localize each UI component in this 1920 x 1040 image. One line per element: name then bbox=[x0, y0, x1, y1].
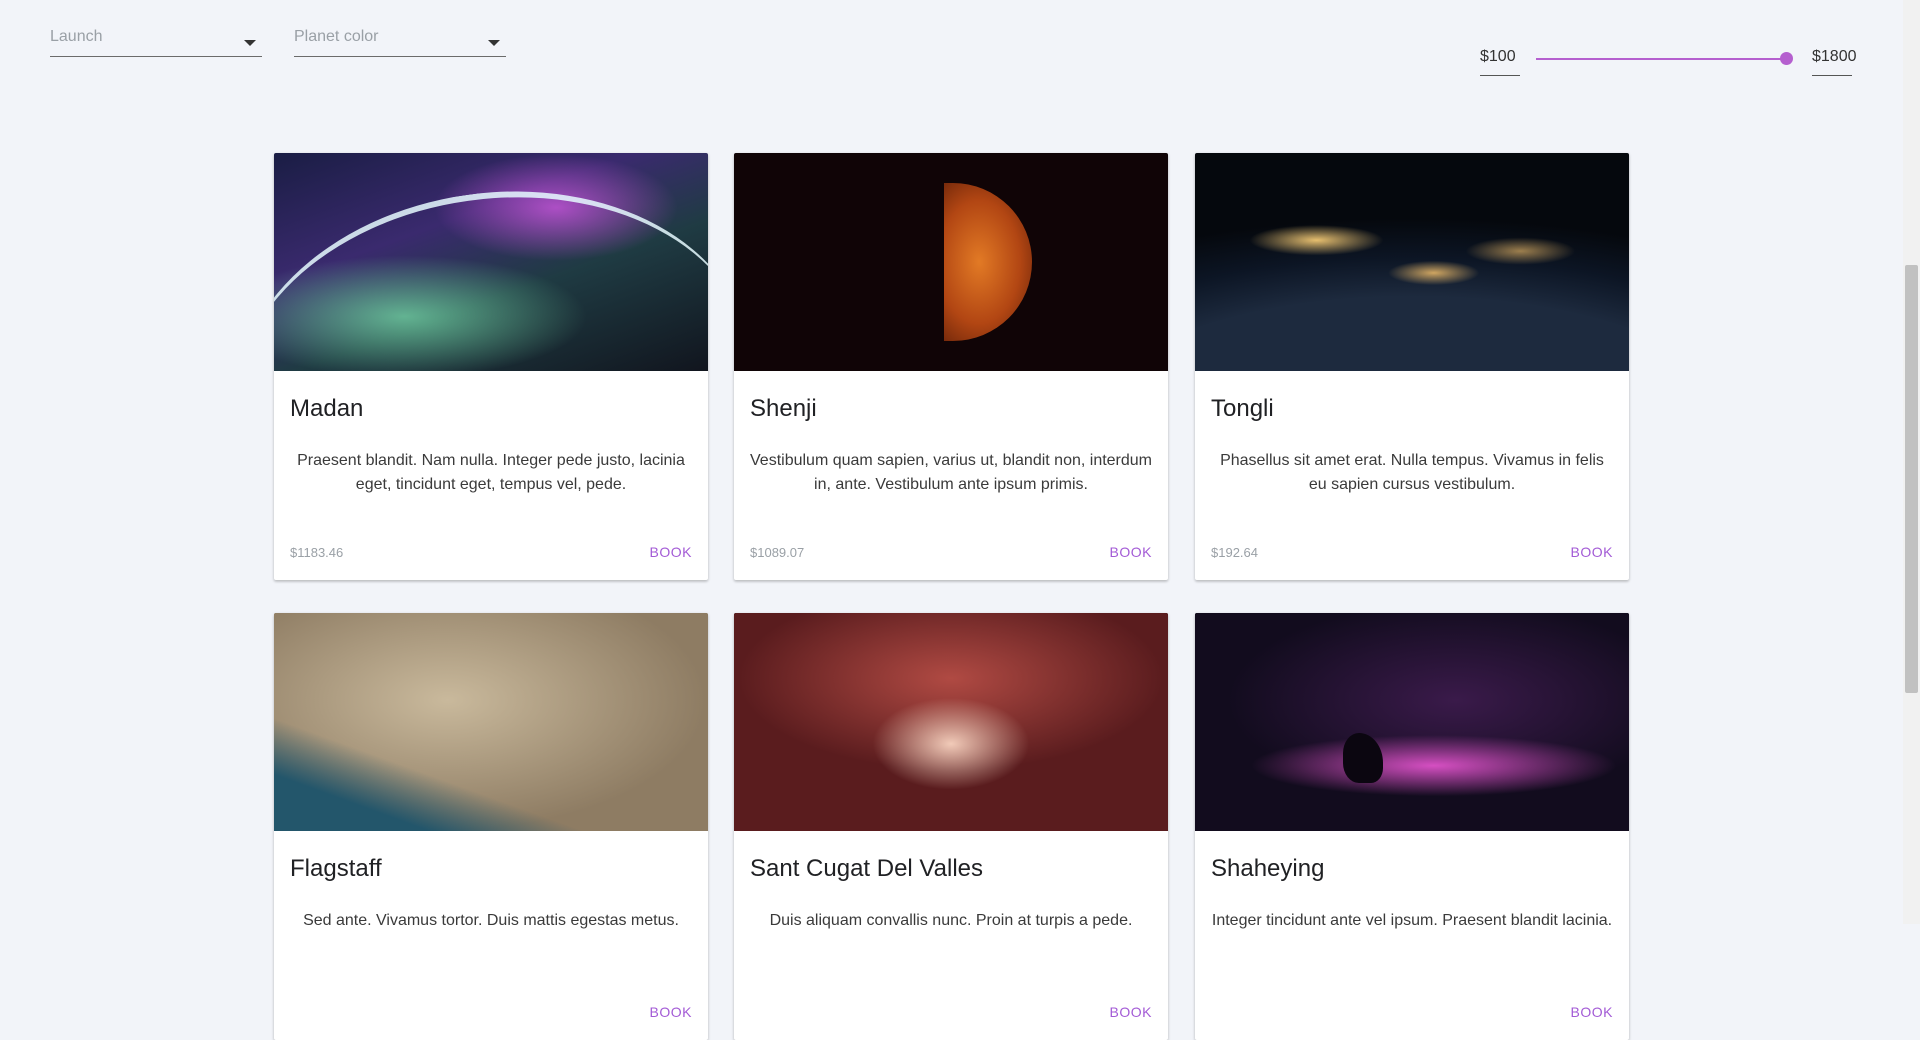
book-button[interactable]: BOOK bbox=[650, 1004, 692, 1020]
card-description: Sed ante. Vivamus tortor. Duis mattis eg… bbox=[303, 912, 679, 929]
card-image bbox=[734, 153, 1168, 371]
price-min-input[interactable]: $100 bbox=[1480, 44, 1520, 76]
card-price: $1089.07 bbox=[750, 545, 805, 560]
price-slider-thumb[interactable] bbox=[1780, 52, 1793, 65]
card-description: Praesent blandit. Nam nulla. Integer ped… bbox=[297, 452, 685, 493]
card-description: Duis aliquam convallis nunc. Proin at tu… bbox=[769, 912, 1133, 929]
card-price: $192.64 bbox=[1211, 545, 1258, 560]
card-title: Shaheying bbox=[1211, 855, 1325, 882]
book-button[interactable]: BOOK bbox=[1110, 1004, 1152, 1020]
launch-select-placeholder: Launch bbox=[50, 28, 103, 45]
card-image bbox=[1195, 153, 1629, 371]
price-max-value: $1800 bbox=[1812, 48, 1857, 65]
destination-card: Tongli Phasellus sit amet erat. Nulla te… bbox=[1195, 153, 1629, 580]
card-image bbox=[274, 153, 708, 580]
card-title: Madan bbox=[290, 395, 364, 422]
destination-card: Shenji Vestibulum quam sapien, varius ut… bbox=[734, 153, 1168, 580]
book-button[interactable]: BOOK bbox=[1571, 1004, 1613, 1020]
book-button[interactable]: BOOK bbox=[1110, 544, 1152, 560]
destination-card: Sant Cugat Del Valles Duis aliquam conva… bbox=[734, 613, 1168, 1040]
price-min-value: $100 bbox=[1480, 48, 1516, 65]
card-image bbox=[734, 613, 1168, 831]
scrollbar-thumb[interactable] bbox=[1905, 265, 1918, 693]
card-title: Tongli bbox=[1211, 395, 1274, 422]
planet-color-select[interactable]: Planet color bbox=[294, 22, 506, 57]
price-max-input[interactable]: $1800 bbox=[1812, 44, 1857, 76]
card-title: Sant Cugat Del Valles bbox=[750, 855, 984, 882]
planet-color-select-placeholder: Planet color bbox=[294, 28, 379, 45]
destination-card: Flagstaff Sed ante. Vivamus tortor. Duis… bbox=[274, 613, 708, 1040]
price-slider-track[interactable] bbox=[1536, 58, 1786, 60]
card-description: Integer tincidunt ante vel ipsum. Praese… bbox=[1211, 912, 1613, 929]
book-button[interactable]: BOOK bbox=[1571, 544, 1613, 560]
dropdown-arrow-icon bbox=[488, 40, 500, 46]
dropdown-arrow-icon bbox=[244, 40, 256, 46]
destination-card: Shaheying Integer tincidunt ante vel ips… bbox=[1195, 613, 1629, 1040]
card-description: Vestibulum quam sapien, varius ut, bland… bbox=[750, 452, 1153, 493]
launch-select[interactable]: Launch bbox=[50, 22, 262, 57]
book-button[interactable]: BOOK bbox=[650, 544, 692, 560]
card-description: Phasellus sit amet erat. Nulla tempus. V… bbox=[1220, 452, 1604, 493]
page-scrollbar[interactable] bbox=[1903, 0, 1920, 924]
card-image bbox=[274, 613, 708, 831]
card-price: $1183.46 bbox=[290, 545, 344, 560]
destination-card: Madan Praesent blandit. Nam nulla. Integ… bbox=[274, 153, 708, 580]
card-image bbox=[1195, 613, 1629, 831]
card-title: Flagstaff bbox=[290, 855, 382, 882]
card-title: Shenji bbox=[750, 395, 817, 422]
